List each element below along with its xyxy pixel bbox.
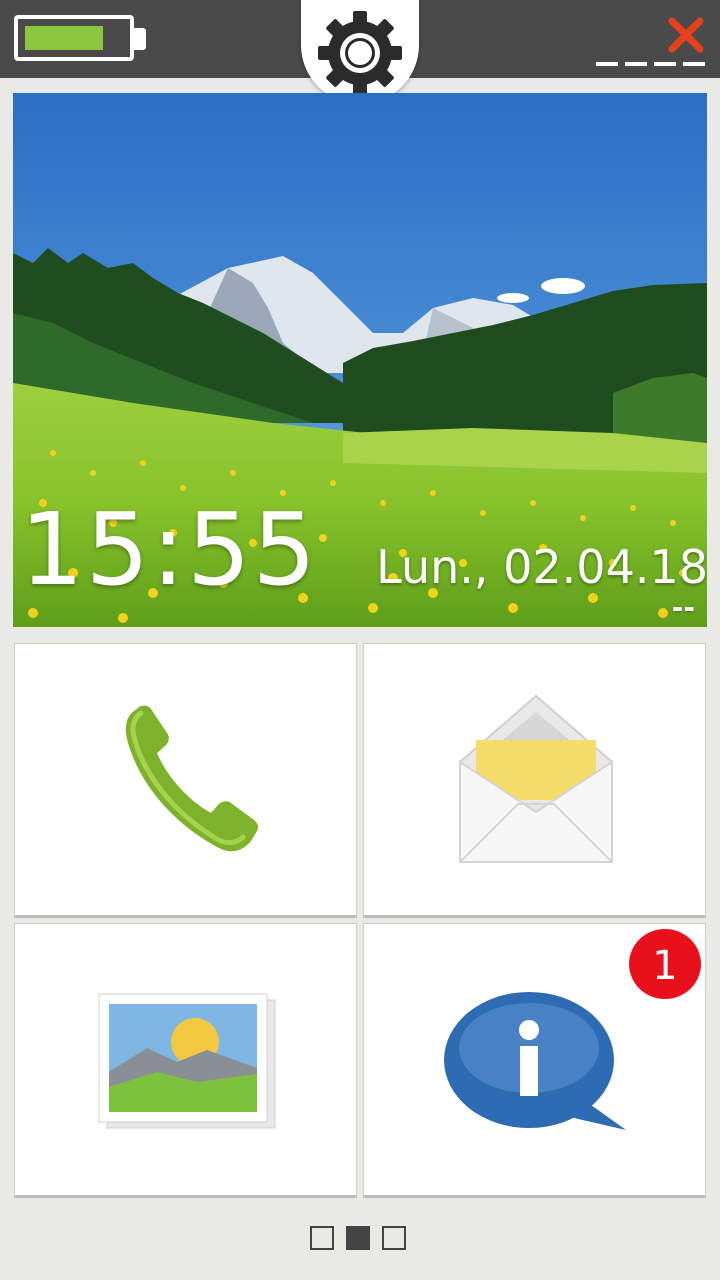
battery-icon <box>14 15 134 61</box>
page-dot-3[interactable] <box>382 1226 406 1250</box>
messages-tile[interactable] <box>363 643 706 918</box>
page-dot-1[interactable] <box>310 1226 334 1250</box>
battery-tip <box>134 28 146 50</box>
page-dot-2-active[interactable] <box>346 1226 370 1250</box>
gear-icon <box>318 11 402 95</box>
phone-icon <box>125 705 258 852</box>
picture-icon <box>98 993 276 1129</box>
phone-tile[interactable] <box>14 643 357 918</box>
gallery-tile[interactable] <box>14 923 357 1198</box>
clock-time: 15:55 <box>20 491 319 608</box>
settings-button[interactable] <box>301 0 419 104</box>
close-icon[interactable] <box>666 15 706 59</box>
weather-value: -- <box>671 591 695 624</box>
info-icon <box>444 992 626 1130</box>
clock-date: Lun., 02.04.18 <box>376 540 708 594</box>
battery-level-fill <box>25 26 103 50</box>
envelope-icon <box>459 694 613 863</box>
menu-dashes[interactable] <box>596 62 706 66</box>
info-notification-badge: 1 <box>627 927 703 1001</box>
